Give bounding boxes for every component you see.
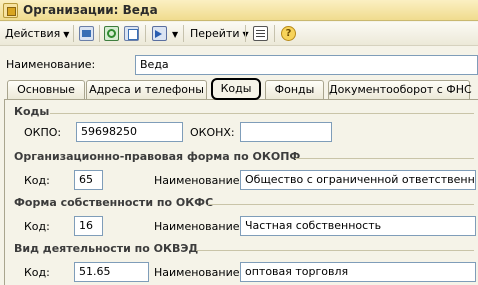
goto-menu-button[interactable]: Перейти▼ (190, 24, 249, 43)
toolbar-divider (99, 25, 100, 42)
based-on-icon[interactable] (152, 26, 167, 41)
refresh-icon[interactable] (104, 26, 119, 41)
okved-code-input[interactable]: 51.65 (74, 262, 149, 282)
toolbar-divider (73, 25, 74, 42)
list-icon[interactable] (253, 26, 268, 41)
chevron-down-icon: ▼ (63, 30, 70, 39)
section-codes-title: Коды (14, 105, 50, 118)
tab-fns-docflow[interactable]: Документооборот с ФНС (328, 80, 472, 99)
okfs-code-input[interactable]: 16 (74, 216, 103, 236)
section-divider (208, 204, 474, 205)
chevron-down-icon[interactable]: ▼ (172, 25, 178, 44)
okopf-name-label: Наименование: (154, 174, 244, 187)
section-divider (196, 250, 474, 251)
okpo-label: ОКПО: (24, 126, 62, 139)
name-row: Наименование: Веда (0, 55, 478, 75)
window-titlebar: Организации: Веда (0, 0, 478, 21)
section-okved-title: Вид деятельности по ОКВЭД (14, 242, 199, 255)
okopf-code-input[interactable]: 65 (74, 170, 103, 190)
okved-name-input[interactable]: оптовая торговля (240, 262, 476, 282)
toolbar-divider (274, 25, 275, 42)
tab-codes[interactable]: Коды (211, 78, 261, 100)
toolbar: Действия▼ ▼ Перейти▼ ? (0, 22, 478, 46)
okved-name-label: Наименование: (154, 266, 244, 279)
actions-menu-label: Действия (5, 27, 61, 40)
toolbar-divider (245, 25, 246, 42)
okopf-code-label: Код: (24, 174, 50, 187)
actions-menu-button[interactable]: Действия ▼ (5, 24, 69, 43)
goto-menu-label: Перейти (190, 27, 240, 40)
save-icon[interactable] (79, 26, 94, 41)
tab-funds[interactable]: Фонды (265, 80, 324, 99)
okfs-name-input[interactable]: Частная собственность (240, 216, 476, 236)
okonh-label: ОКОНХ: (190, 126, 235, 139)
name-input[interactable]: Веда (135, 55, 478, 75)
okopf-name-input[interactable]: Общество с ограниченной ответственностью (240, 170, 476, 190)
name-label: Наименование: (6, 58, 96, 71)
copy-icon[interactable] (124, 26, 139, 41)
help-icon[interactable]: ? (281, 26, 296, 41)
okfs-code-label: Код: (24, 220, 50, 233)
section-divider (295, 158, 474, 159)
section-okfs-title: Форма собственности по ОКФС (14, 196, 214, 209)
okfs-name-label: Наименование: (154, 220, 244, 233)
tab-main[interactable]: Основные (7, 80, 85, 99)
folder-icon (3, 3, 18, 18)
toolbar-divider (145, 25, 146, 42)
okpo-input[interactable]: 59698250 (76, 122, 183, 142)
tab-addresses[interactable]: Адреса и телефоны (86, 80, 207, 99)
window-title: Организации: Веда (23, 3, 158, 17)
section-okopf-title: Организационно-правовая форма по ОКОПФ (14, 150, 301, 163)
section-divider (50, 113, 474, 114)
okonh-input[interactable] (240, 122, 332, 142)
toolbar-divider (183, 25, 184, 42)
okved-code-label: Код: (24, 266, 50, 279)
tab-bar: Основные Адреса и телефоны Коды Фонды До… (0, 78, 478, 100)
